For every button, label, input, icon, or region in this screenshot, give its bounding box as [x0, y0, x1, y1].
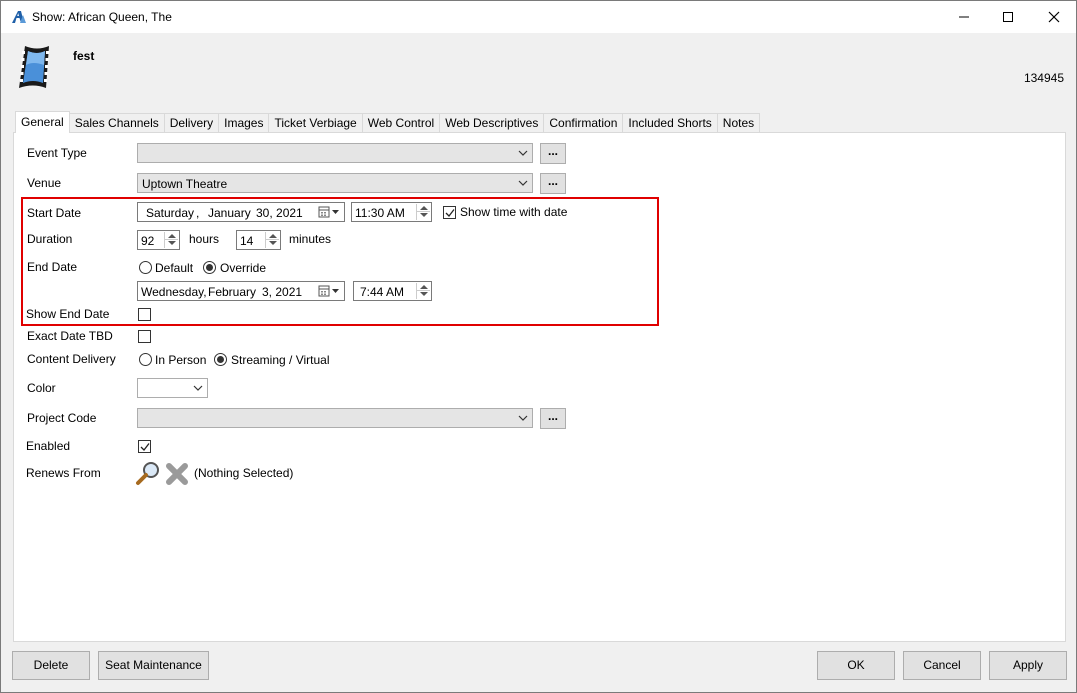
- duration-minutes-input[interactable]: 14: [236, 230, 281, 250]
- apply-button[interactable]: Apply: [989, 651, 1067, 680]
- checkmark-icon: [445, 209, 455, 217]
- start-time-spinner[interactable]: [416, 204, 430, 220]
- tab-images[interactable]: Images: [219, 113, 270, 133]
- search-icon[interactable]: [135, 460, 161, 486]
- exact-date-tbd-checkbox[interactable]: [138, 330, 151, 343]
- start-date-weekday: Saturday: [146, 206, 195, 220]
- project-code-label: Project Code: [27, 411, 97, 425]
- show-name: fest: [73, 49, 95, 63]
- show-dialog-window: Show: African Queen, The fest 134945 Gen…: [0, 0, 1077, 693]
- tab-strip: General Sales Channels Delivery Images T…: [15, 111, 761, 133]
- duration-hours-spinner[interactable]: [164, 232, 178, 248]
- tab-web-control[interactable]: Web Control: [362, 113, 441, 133]
- maximize-button[interactable]: [985, 1, 1031, 33]
- start-date-picker[interactable]: Saturday , January 30, 2021: [137, 202, 345, 222]
- start-date-month: January: [208, 206, 251, 220]
- seat-maintenance-button[interactable]: Seat Maintenance: [98, 651, 209, 680]
- show-time-with-date-checkbox[interactable]: [443, 206, 456, 219]
- close-icon: [1048, 11, 1060, 23]
- start-date-day-year: 30, 2021: [256, 206, 303, 220]
- app-logo-icon: [12, 11, 26, 23]
- venue-label: Venue: [27, 176, 62, 190]
- end-time-spinner[interactable]: [416, 283, 430, 299]
- event-type-dropdown[interactable]: [137, 143, 533, 163]
- start-date-label: Start Date: [27, 206, 82, 220]
- tab-confirmation[interactable]: Confirmation: [544, 113, 624, 133]
- chevron-down-icon: [518, 415, 528, 421]
- content-delivery-label: Content Delivery: [27, 352, 116, 366]
- show-end-date-label: Show End Date: [26, 307, 110, 321]
- event-type-label: Event Type: [27, 146, 87, 160]
- content-delivery-in-person-radio[interactable]: [139, 353, 152, 366]
- tab-web-descriptives[interactable]: Web Descriptives: [440, 113, 545, 133]
- minimize-button[interactable]: [941, 1, 987, 33]
- end-date-day-year: 3, 2021: [262, 285, 303, 299]
- hours-label: hours: [189, 232, 220, 246]
- cancel-button[interactable]: Cancel: [903, 651, 981, 680]
- venue-browse-button[interactable]: ...: [540, 173, 566, 194]
- enabled-label: Enabled: [26, 439, 71, 453]
- renews-from-label: Renews From: [26, 466, 101, 480]
- project-code-dropdown[interactable]: [137, 408, 533, 428]
- close-button[interactable]: [1031, 1, 1077, 33]
- duration-hours-input[interactable]: 92: [137, 230, 180, 250]
- tab-included-shorts[interactable]: Included Shorts: [623, 113, 718, 133]
- color-dropdown[interactable]: [137, 378, 208, 398]
- chevron-down-icon: [193, 385, 203, 391]
- event-type-browse-button[interactable]: ...: [540, 143, 566, 164]
- renews-from-value: (Nothing Selected): [194, 466, 294, 480]
- duration-label: Duration: [27, 232, 73, 246]
- title-bar: Show: African Queen, The: [1, 1, 1076, 33]
- venue-value: Uptown Theatre: [142, 177, 228, 191]
- tab-general[interactable]: General: [15, 111, 70, 133]
- duration-minutes-value: 14: [240, 234, 254, 248]
- tab-delivery[interactable]: Delivery: [164, 113, 220, 133]
- duration-hours-value: 92: [141, 234, 155, 248]
- end-date-default-label: Default: [155, 261, 194, 275]
- end-date-weekday: Wednesday,: [141, 285, 207, 299]
- show-id: 134945: [1023, 71, 1064, 85]
- end-date-override-label: Override: [220, 261, 267, 275]
- content-delivery-streaming-label: Streaming / Virtual: [231, 353, 330, 367]
- start-date-separator: ,: [196, 206, 200, 220]
- enabled-checkbox[interactable]: [138, 440, 151, 453]
- chevron-down-icon: [518, 150, 528, 156]
- project-code-browse-button[interactable]: ...: [540, 408, 566, 429]
- exact-date-tbd-label: Exact Date TBD: [27, 329, 113, 343]
- end-date-default-radio[interactable]: [139, 261, 152, 274]
- start-time-input[interactable]: 11:30 AM: [351, 202, 432, 222]
- content-delivery-in-person-label: In Person: [155, 353, 207, 367]
- content-delivery-streaming-radio[interactable]: [214, 353, 227, 366]
- end-date-picker[interactable]: Wednesday, February 3, 2021: [137, 281, 345, 301]
- show-end-date-checkbox[interactable]: [138, 308, 151, 321]
- film-strip-icon: [19, 46, 49, 88]
- delete-button[interactable]: Delete: [12, 651, 90, 680]
- end-time-input[interactable]: 7:44 AM: [353, 281, 432, 301]
- tab-notes[interactable]: Notes: [717, 113, 761, 133]
- calendar-icon[interactable]: [318, 284, 342, 298]
- duration-minutes-spinner[interactable]: [265, 232, 279, 248]
- venue-dropdown[interactable]: Uptown Theatre: [137, 173, 533, 193]
- end-date-label: End Date: [27, 260, 78, 274]
- clear-icon[interactable]: [165, 462, 189, 486]
- end-date-override-radio[interactable]: [203, 261, 216, 274]
- chevron-down-icon: [518, 180, 528, 186]
- end-date-month: February: [208, 285, 257, 299]
- start-time-value: 11:30 AM: [355, 206, 405, 220]
- tab-ticket-verbiage[interactable]: Ticket Verbiage: [269, 113, 363, 133]
- minimize-icon: [959, 16, 969, 18]
- end-time-value: 7:44 AM: [360, 285, 405, 299]
- minutes-label: minutes: [289, 232, 332, 246]
- calendar-icon[interactable]: [318, 205, 342, 219]
- ok-button[interactable]: OK: [817, 651, 895, 680]
- window-title: Show: African Queen, The: [32, 10, 172, 24]
- color-label: Color: [27, 381, 56, 395]
- checkmark-icon: [140, 443, 150, 451]
- show-time-with-date-label: Show time with date: [460, 205, 568, 219]
- maximize-icon: [1003, 12, 1013, 22]
- tab-sales-channels[interactable]: Sales Channels: [69, 113, 165, 133]
